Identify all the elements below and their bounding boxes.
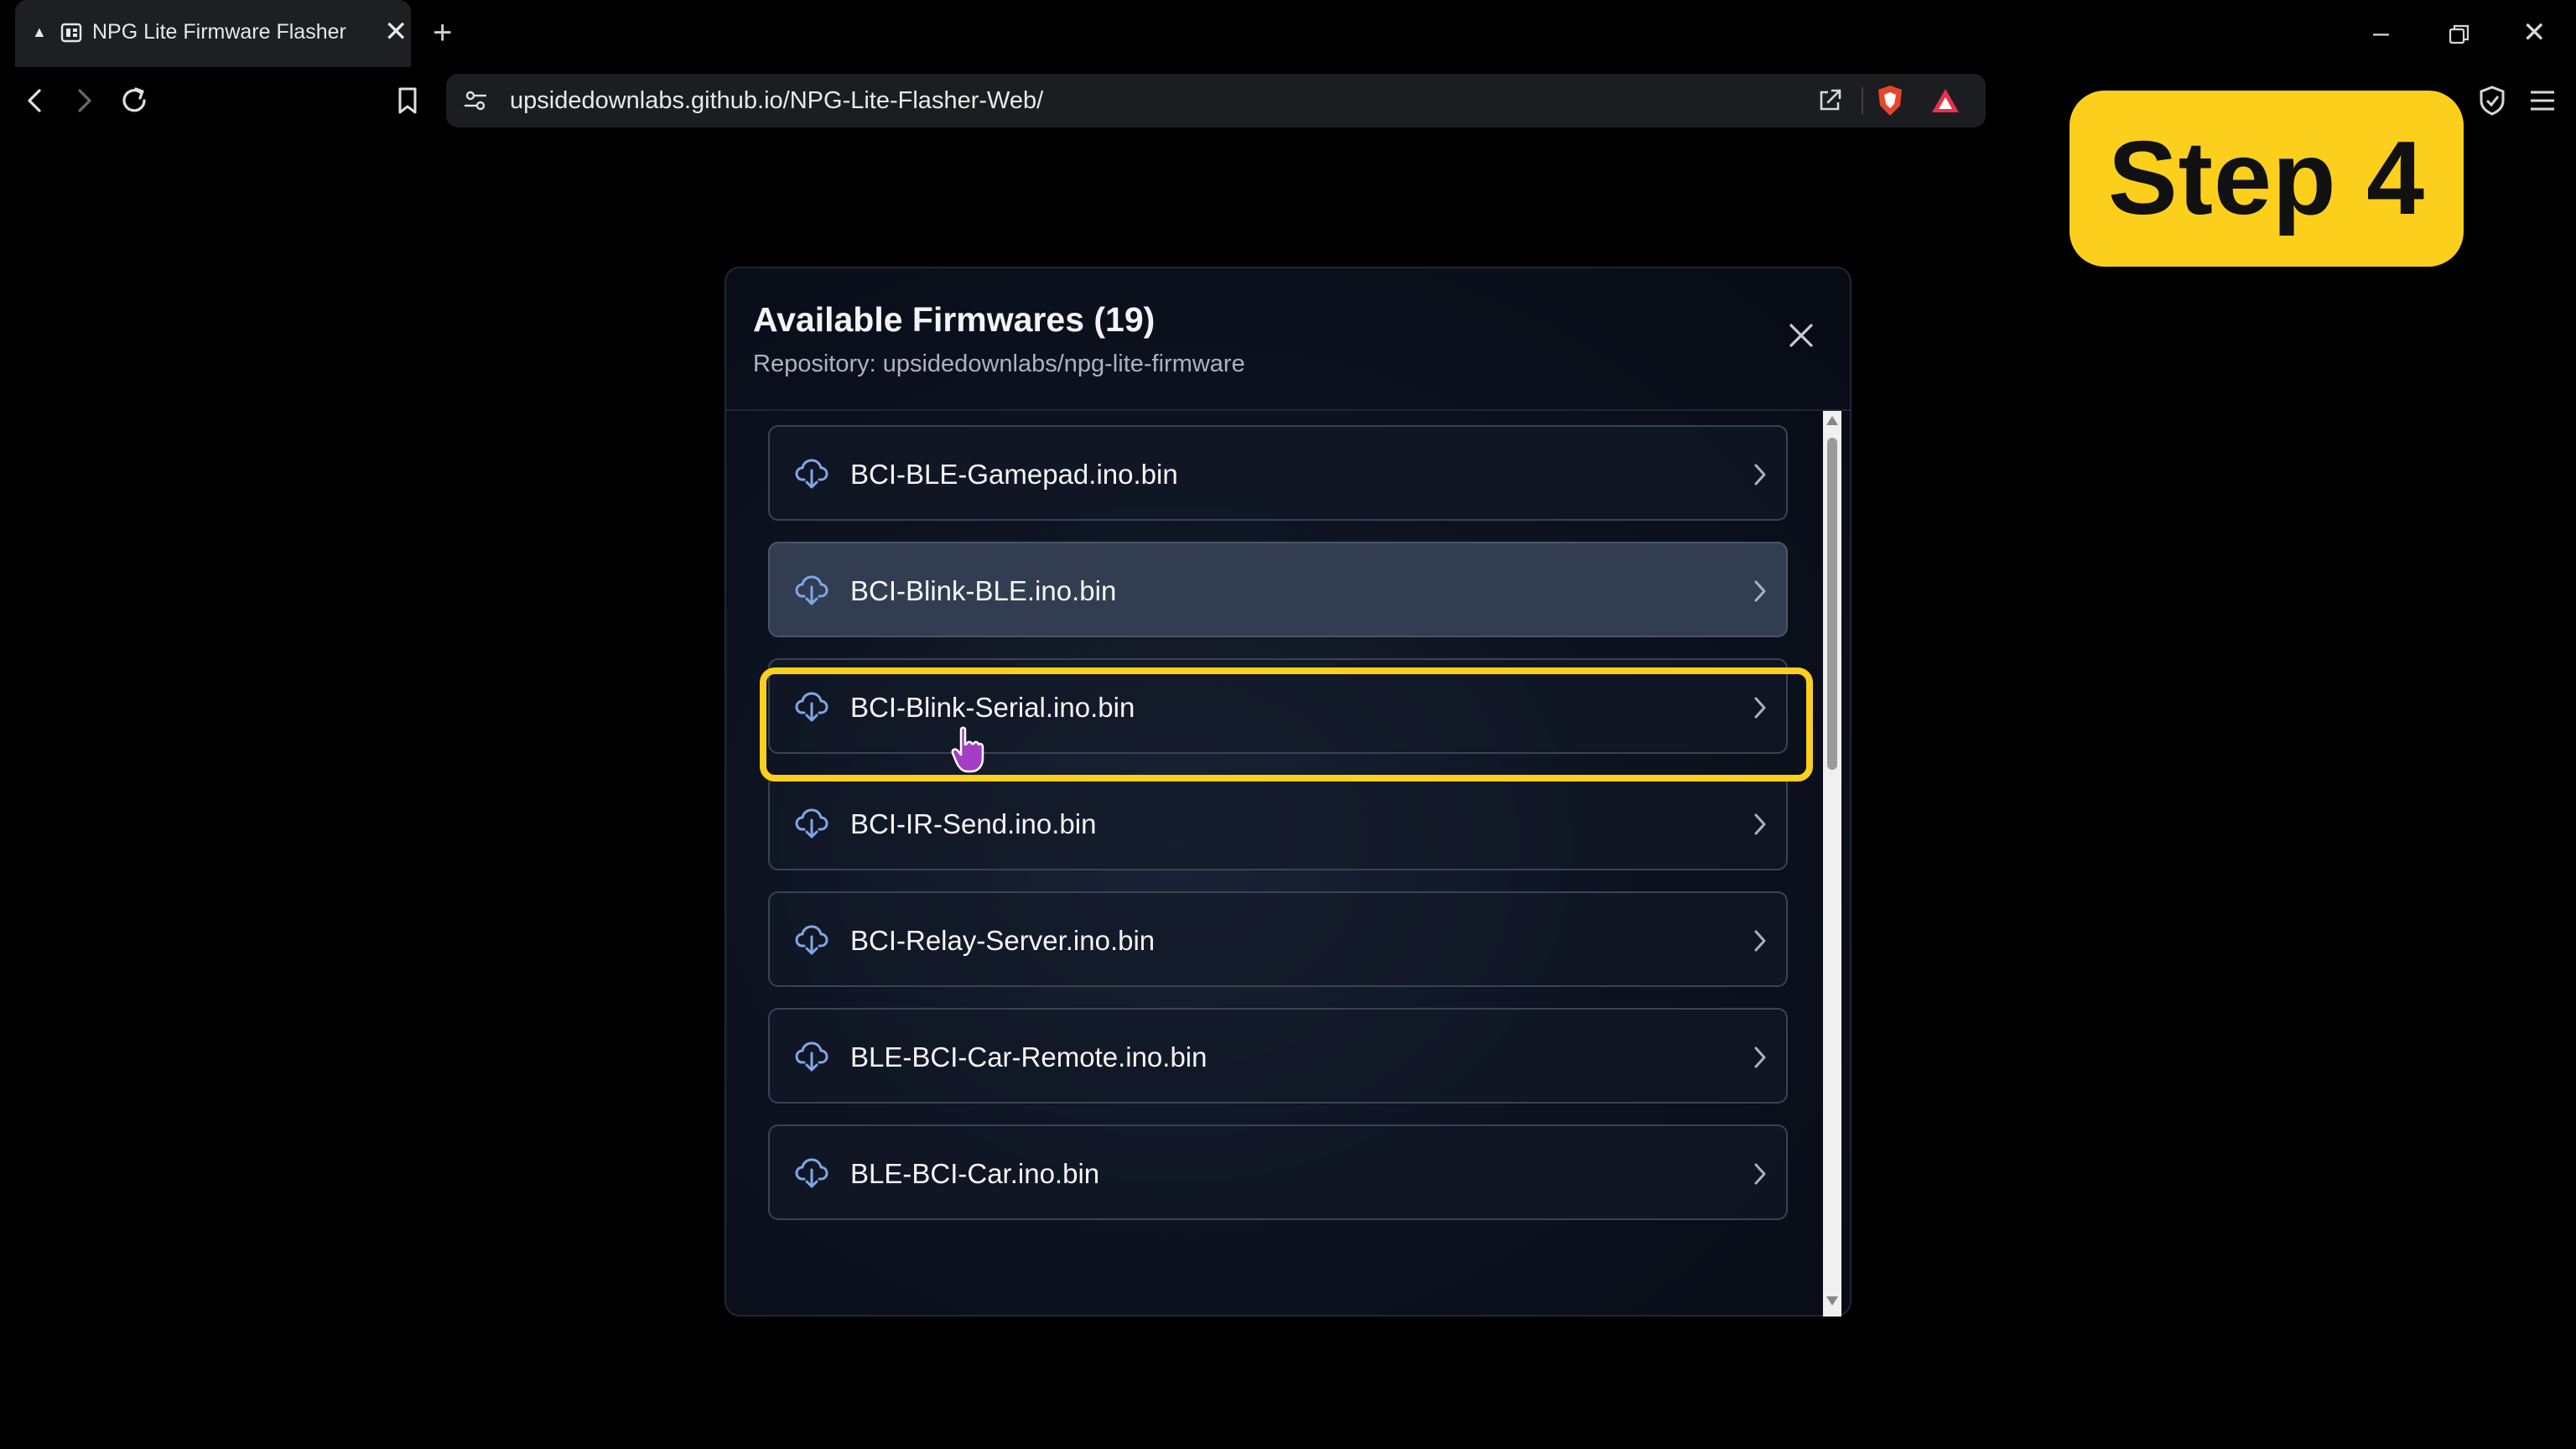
- vpn-shield-icon[interactable]: [2475, 84, 2509, 117]
- chevron-right-icon: [1754, 813, 1766, 835]
- firmware-modal: Available Firmwares (19) Repository: ups…: [724, 267, 1852, 1317]
- back-icon[interactable]: [18, 84, 52, 117]
- restore-button[interactable]: [2449, 23, 2470, 45]
- site-settings-icon[interactable]: [463, 89, 488, 112]
- firmware-name: BCI-IR-Send.ino.bin: [850, 808, 1097, 839]
- brave-shields-icon[interactable]: [1875, 84, 1905, 117]
- close-window-button[interactable]: ✕: [2522, 12, 2547, 54]
- brave-rewards-icon[interactable]: [1930, 87, 1961, 114]
- tab-title: NPG Lite Firmware Flasher: [92, 20, 346, 44]
- hand-cursor-icon: [951, 726, 984, 773]
- cloud-download-icon: [795, 575, 828, 605]
- modal-title: Available Firmwares (19): [753, 300, 1156, 339]
- share-icon[interactable]: [1816, 86, 1845, 114]
- cloud-download-icon: [795, 1158, 828, 1188]
- step-highlight-box: [760, 667, 1813, 782]
- scroll-up-arrow-icon[interactable]: [1826, 416, 1838, 425]
- forward-icon[interactable]: [67, 84, 101, 117]
- scrollbar-thumb[interactable]: [1827, 438, 1837, 770]
- close-icon[interactable]: [1784, 319, 1818, 352]
- firmware-item-2[interactable]: BCI-BLE-Gamepad.ino.bin: [768, 425, 1788, 521]
- modal-header: Available Firmwares (19) Repository: ups…: [726, 268, 1850, 411]
- site-favicon-icon: [60, 23, 82, 43]
- audio-indicator-icon[interactable]: ▲: [32, 23, 47, 41]
- scroll-down-arrow-icon[interactable]: [1826, 1296, 1838, 1306]
- firmware-item-6[interactable]: BCI-Relay-Server.ino.bin: [768, 891, 1788, 987]
- browser-tab[interactable]: ▲ NPG Lite Firmware Flasher ✕: [15, 0, 411, 67]
- cloud-download-icon: [795, 925, 828, 955]
- bookmark-icon[interactable]: [391, 84, 424, 117]
- firmware-item-3[interactable]: BCI-Blink-BLE.ino.bin: [768, 542, 1788, 637]
- chevron-right-icon: [1754, 1163, 1766, 1185]
- chevron-right-icon: [1754, 580, 1766, 602]
- reload-icon[interactable]: [117, 84, 151, 117]
- cloud-download-icon: [795, 459, 828, 489]
- address-bar[interactable]: upsidedownlabs.github.io/NPG-Lite-Flashe…: [446, 74, 1986, 127]
- firmware-list[interactable]: 1CH-HCI-BCI-Serial.ino.binBCI-BLE-Gamepa…: [726, 413, 1850, 1315]
- firmware-name: BCI-Relay-Server.ino.bin: [850, 925, 1156, 956]
- firmware-name: BLE-BCI-Car-Remote.ino.bin: [850, 1041, 1208, 1072]
- firmware-item-5[interactable]: BCI-IR-Send.ino.bin: [768, 775, 1788, 870]
- chevron-right-icon: [1754, 930, 1766, 952]
- chevron-right-icon: [1754, 1046, 1766, 1068]
- firmware-name: BLE-BCI-Car.ino.bin: [850, 1158, 1100, 1189]
- address-bar-divider: [1862, 87, 1863, 114]
- step-badge: Step 4: [2070, 91, 2464, 267]
- step-badge-label: Step 4: [2107, 121, 2426, 236]
- firmware-name: BCI-Blink-BLE.ino.bin: [850, 575, 1117, 606]
- chevron-right-icon: [1754, 464, 1766, 486]
- firmware-item-7[interactable]: BLE-BCI-Car-Remote.ino.bin: [768, 1008, 1788, 1104]
- repository-label: Repository: upsidedownlabs/npg-lite-firm…: [753, 351, 1245, 377]
- url-text[interactable]: upsidedownlabs.github.io/NPG-Lite-Flashe…: [510, 87, 1043, 115]
- cloud-download-icon: [795, 1041, 828, 1072]
- menu-icon[interactable]: [2526, 84, 2559, 117]
- firmware-name: BCI-BLE-Gamepad.ino.bin: [850, 459, 1178, 490]
- firmware-item-8[interactable]: BLE-BCI-Car.ino.bin: [768, 1124, 1788, 1220]
- minimize-button[interactable]: –: [2373, 12, 2389, 54]
- tab-close-icon[interactable]: ✕: [384, 15, 408, 49]
- new-tab-button[interactable]: +: [433, 12, 452, 54]
- cloud-download-icon: [795, 808, 828, 839]
- tab-strip: ▲ NPG Lite Firmware Flasher ✕ + – ✕: [0, 0, 2576, 67]
